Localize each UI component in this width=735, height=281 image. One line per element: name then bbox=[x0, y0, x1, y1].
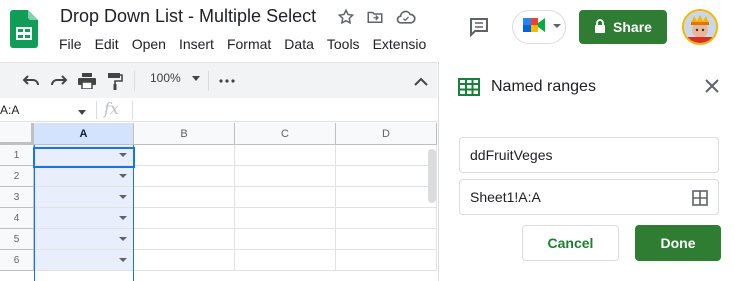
app-header: Drop Down List - Multiple Select File Ed… bbox=[0, 0, 735, 62]
menu-file[interactable]: File bbox=[59, 36, 82, 52]
toolbar: 100% bbox=[0, 62, 437, 98]
grid-cell[interactable] bbox=[134, 229, 235, 250]
grid-cell[interactable] bbox=[336, 229, 437, 250]
header-actions: Share bbox=[437, 0, 735, 62]
name-box[interactable]: A:A bbox=[0, 101, 90, 119]
named-ranges-panel: Named ranges ddFruitVeges Sheet1!A:A Can… bbox=[438, 62, 735, 281]
chevron-down-icon bbox=[552, 18, 562, 36]
formula-bar: A:A fx bbox=[0, 98, 437, 122]
menu-tools[interactable]: Tools bbox=[327, 36, 360, 52]
grid-cell[interactable] bbox=[235, 166, 336, 187]
select-range-icon[interactable] bbox=[692, 190, 708, 206]
row-header[interactable]: 1 bbox=[0, 145, 34, 166]
active-cell-outline bbox=[33, 147, 135, 168]
formula-divider bbox=[132, 101, 133, 119]
named-range-table-icon bbox=[458, 78, 480, 98]
grid-cell[interactable] bbox=[336, 208, 437, 229]
grid-cell[interactable] bbox=[336, 250, 437, 271]
share-button[interactable]: Share bbox=[579, 10, 667, 44]
grid-cell[interactable] bbox=[134, 166, 235, 187]
cancel-button[interactable]: Cancel bbox=[522, 225, 619, 261]
grid-cell[interactable] bbox=[336, 145, 437, 166]
star-icon[interactable] bbox=[336, 7, 356, 27]
share-label: Share bbox=[613, 19, 652, 35]
grid-cell[interactable] bbox=[336, 166, 437, 187]
row-header[interactable]: 2 bbox=[0, 166, 34, 187]
panel-title: Named ranges bbox=[491, 78, 596, 95]
column-header-b[interactable]: B bbox=[134, 123, 235, 145]
range-reference-input[interactable]: Sheet1!A:A bbox=[459, 179, 719, 215]
grid-cell[interactable] bbox=[235, 229, 336, 250]
paint-format-icon[interactable] bbox=[102, 68, 128, 94]
chevron-down-icon bbox=[192, 71, 201, 85]
row-header[interactable]: 5 bbox=[0, 229, 34, 250]
menu-format[interactable]: Format bbox=[227, 36, 271, 52]
grid-cell[interactable] bbox=[235, 250, 336, 271]
move-folder-icon[interactable] bbox=[365, 7, 385, 27]
menu-data[interactable]: Data bbox=[284, 36, 314, 52]
chevron-down-icon bbox=[78, 105, 86, 119]
avatar[interactable] bbox=[682, 9, 718, 45]
zoom-value: 100% bbox=[150, 71, 181, 85]
row-header[interactable]: 4 bbox=[0, 208, 34, 229]
toolbar-divider bbox=[134, 71, 135, 91]
cloud-status-icon[interactable] bbox=[396, 7, 416, 27]
collapse-menus-icon[interactable] bbox=[408, 68, 434, 94]
column-header-a[interactable]: A bbox=[34, 123, 134, 145]
range-reference-value: Sheet1!A:A bbox=[470, 189, 541, 205]
grid-cell[interactable] bbox=[235, 187, 336, 208]
menu-edit[interactable]: Edit bbox=[95, 36, 119, 52]
column-header-d[interactable]: D bbox=[336, 123, 437, 145]
undo-icon[interactable] bbox=[18, 68, 44, 94]
redo-icon[interactable] bbox=[46, 68, 72, 94]
print-icon[interactable] bbox=[74, 68, 100, 94]
more-options-icon[interactable] bbox=[214, 68, 240, 94]
meet-icon bbox=[522, 14, 548, 41]
range-name-value: ddFruitVeges bbox=[470, 147, 553, 163]
grid-cell[interactable] bbox=[235, 145, 336, 166]
spreadsheet-grid: A B C D 123456 bbox=[0, 123, 437, 281]
vertical-scrollbar[interactable] bbox=[428, 149, 436, 203]
comment-history-icon[interactable] bbox=[467, 15, 493, 39]
lock-icon bbox=[594, 18, 606, 36]
menu-open[interactable]: Open bbox=[132, 36, 166, 52]
row-header[interactable]: 3 bbox=[0, 187, 34, 208]
document-title[interactable]: Drop Down List - Multiple Select bbox=[60, 6, 316, 27]
row-header[interactable]: 6 bbox=[0, 250, 34, 271]
range-name-input[interactable]: ddFruitVeges bbox=[459, 137, 719, 173]
grid-cell[interactable] bbox=[336, 187, 437, 208]
grid-cell[interactable] bbox=[134, 208, 235, 229]
grid-cell[interactable] bbox=[235, 208, 336, 229]
grid-cell[interactable] bbox=[134, 145, 235, 166]
done-button[interactable]: Done bbox=[635, 225, 721, 261]
grid-cell[interactable] bbox=[134, 187, 235, 208]
menu-insert[interactable]: Insert bbox=[179, 36, 214, 52]
fx-icon: fx bbox=[104, 99, 119, 118]
menu-bar: File Edit Open Insert Format Data Tools … bbox=[59, 36, 437, 52]
column-header-c[interactable]: C bbox=[235, 123, 336, 145]
close-icon[interactable] bbox=[705, 79, 721, 95]
grid-cell[interactable] bbox=[134, 250, 235, 271]
sheets-logo-icon[interactable] bbox=[10, 10, 38, 48]
zoom-select[interactable]: 100% bbox=[150, 71, 201, 85]
name-box-value: A:A bbox=[0, 103, 20, 117]
toolbar-divider bbox=[208, 71, 209, 91]
menu-extensions[interactable]: Extensio bbox=[373, 36, 427, 52]
formula-divider bbox=[96, 101, 97, 119]
select-all-corner[interactable] bbox=[0, 123, 34, 145]
meet-button[interactable] bbox=[512, 10, 566, 44]
